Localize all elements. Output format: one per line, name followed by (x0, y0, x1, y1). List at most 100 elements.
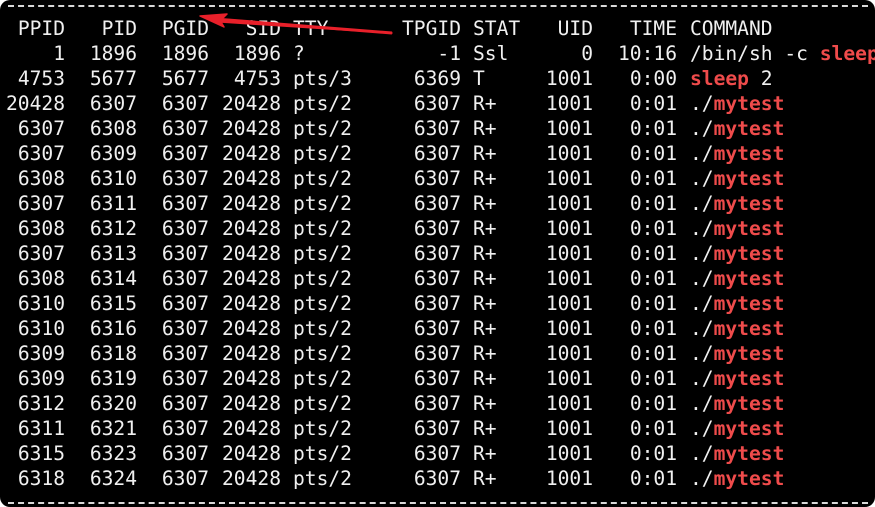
cell-pgid: 6307 (161, 117, 209, 140)
cell-uid: 1001 (545, 342, 593, 365)
cell-pid: 5677 (89, 67, 137, 90)
cell-stat: R+ (473, 292, 497, 315)
cell-uid: 1001 (545, 292, 593, 315)
command-highlight: mytest (713, 92, 785, 115)
cell-stat: R+ (473, 342, 497, 365)
cell-ppid: 6318 (17, 467, 65, 490)
header-uid: UID (557, 17, 593, 40)
cell-tpgid: 6307 (413, 142, 461, 165)
cell-pgid: 6307 (161, 217, 209, 240)
cell-time: 0:01 (629, 142, 677, 165)
command-prefix: ./ (690, 317, 714, 340)
cell-stat: Ssl (473, 42, 509, 65)
cell-uid: 1001 (545, 367, 593, 390)
cell-time: 0:01 (629, 217, 677, 240)
cell-tpgid: 6307 (413, 92, 461, 115)
cell-tpgid: 6307 (413, 392, 461, 415)
cell-sid: 1896 (233, 42, 281, 65)
cell-time: 0:01 (629, 442, 677, 465)
cell-sid: 20428 (222, 417, 281, 440)
command-prefix: ./ (690, 367, 714, 390)
cell-ppid: 20428 (6, 92, 65, 115)
cell-sid: 20428 (222, 467, 281, 490)
cell-tpgid: 6307 (413, 267, 461, 290)
cell-uid: 1001 (545, 117, 593, 140)
table-row: 6309 6319 6307 20428 pts/2 6307 R+ 1001 0:01 ./my… (0, 366, 875, 391)
cell-sid: 20428 (222, 367, 281, 390)
cell-pgid: 6307 (161, 192, 209, 215)
cell-tty: pts/2 (293, 267, 352, 290)
command-highlight: mytest (713, 242, 785, 265)
cell-ppid: 6312 (17, 392, 65, 415)
cell-ppid: 6311 (17, 417, 65, 440)
cell-ppid: 6307 (17, 242, 65, 265)
cell-uid: 1001 (545, 467, 593, 490)
cell-stat: R+ (473, 117, 497, 140)
command-highlight: mytest (713, 117, 785, 140)
cell-pid: 6309 (89, 142, 137, 165)
cell-ppid: 6307 (17, 142, 65, 165)
cell-sid: 4753 (233, 67, 281, 90)
cell-tty: pts/3 (293, 67, 352, 90)
cell-pid: 6319 (89, 367, 137, 390)
command-highlight: mytest (713, 317, 785, 340)
cell-pgid: 6307 (161, 442, 209, 465)
cell-command: ./mytest (690, 216, 784, 241)
command-prefix: ./ (690, 167, 714, 190)
header-tpgid: TPGID (402, 17, 461, 40)
cell-tty: pts/2 (293, 467, 352, 490)
command-prefix: ./ (690, 342, 714, 365)
cell-ppid: 6315 (17, 442, 65, 465)
terminal-window[interactable]: PPID PID PGID SID TTY TPGID STAT UID TIM… (0, 0, 875, 507)
cell-tpgid: 6307 (413, 467, 461, 490)
cell-tty: pts/2 (293, 192, 352, 215)
cell-stat: R+ (473, 192, 497, 215)
header-ppid: PPID (17, 17, 65, 40)
cell-tpgid: 6307 (413, 167, 461, 190)
cell-tty: pts/2 (293, 442, 352, 465)
cell-tty: pts/2 (293, 217, 352, 240)
table-row: 6310 6315 6307 20428 pts/2 6307 R+ 1001 0:01 ./my… (0, 291, 875, 316)
top-dashed-separator (8, 5, 868, 7)
table-row: 6308 6310 6307 20428 pts/2 6307 R+ 1001 0:01 ./my… (0, 166, 875, 191)
cell-sid: 20428 (222, 167, 281, 190)
cell-command: /bin/sh -c sleep (690, 41, 875, 66)
cell-command: ./mytest (690, 241, 784, 266)
command-suffix: 2 (748, 67, 773, 90)
cell-sid: 20428 (222, 442, 281, 465)
cell-tpgid: 6307 (413, 292, 461, 315)
cell-command: sleep 2 (690, 66, 773, 91)
cell-sid: 20428 (222, 267, 281, 290)
table-row: 6307 6313 6307 20428 pts/2 6307 R+ 1001 0:01 ./my… (0, 241, 875, 266)
cell-tpgid: 6307 (413, 417, 461, 440)
cell-command: ./mytest (690, 316, 784, 341)
cell-ppid: 6307 (17, 117, 65, 140)
cell-uid: 0 (581, 42, 593, 65)
cell-pgid: 6307 (161, 317, 209, 340)
cell-time: 0:01 (629, 167, 677, 190)
cell-uid: 1001 (545, 167, 593, 190)
cell-pgid: 6307 (161, 267, 209, 290)
cell-tty: pts/2 (293, 392, 352, 415)
cell-tpgid: 6307 (413, 242, 461, 265)
cell-uid: 1001 (545, 142, 593, 165)
header-time: TIME (629, 17, 677, 40)
cell-ppid: 6309 (17, 342, 65, 365)
cell-sid: 20428 (222, 342, 281, 365)
cell-pgid: 6307 (161, 142, 209, 165)
cell-pid: 6311 (89, 192, 137, 215)
cell-sid: 20428 (222, 117, 281, 140)
cell-uid: 1001 (545, 192, 593, 215)
cell-command: ./mytest (690, 91, 784, 116)
table-row: 6311 6321 6307 20428 pts/2 6307 R+ 1001 0:01 ./my… (0, 416, 875, 441)
command-highlight: mytest (713, 167, 785, 190)
table-row: 6307 6309 6307 20428 pts/2 6307 R+ 1001 0:01 ./my… (0, 141, 875, 166)
cell-uid: 1001 (545, 92, 593, 115)
cell-sid: 20428 (222, 317, 281, 340)
cell-pid: 6307 (89, 92, 137, 115)
command-highlight: mytest (713, 192, 785, 215)
command-prefix: ./ (690, 217, 714, 240)
table-row: 6310 6316 6307 20428 pts/2 6307 R+ 1001 0:01 ./my… (0, 316, 875, 341)
cell-command: ./mytest (690, 366, 784, 391)
cell-pgid: 5677 (161, 67, 209, 90)
